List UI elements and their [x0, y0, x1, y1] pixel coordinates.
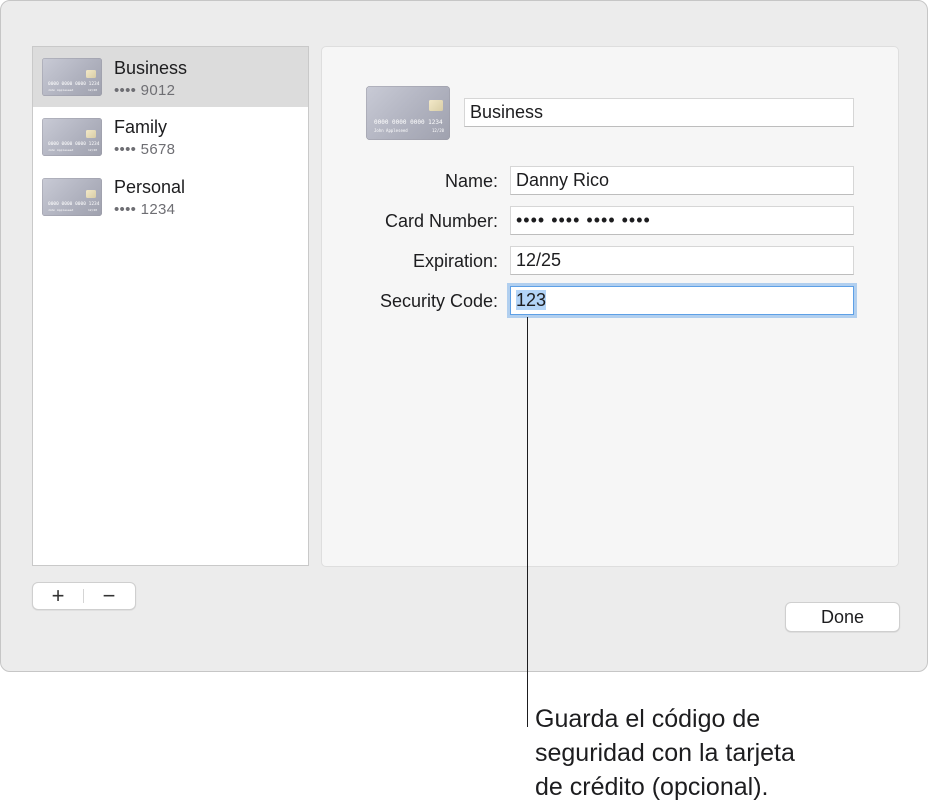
card-name-label: Family: [114, 117, 167, 137]
callout-text: Guarda el código de seguridad con la tar…: [535, 702, 915, 804]
add-remove-control: + −: [32, 582, 136, 610]
callout-line: [527, 317, 528, 727]
thumb-card-number: 0000 0000 0000 1234: [48, 82, 100, 87]
security-code-field[interactable]: 123: [510, 286, 854, 315]
add-card-button[interactable]: +: [33, 583, 83, 609]
name-label: Name:: [444, 171, 498, 191]
thumb-card-number: 0000 0000 0000 1234: [48, 142, 100, 147]
card-chip-icon: [429, 100, 443, 111]
thumb-card-expiry: 12/20: [88, 88, 98, 92]
callout-line-1: Guarda el código de: [535, 705, 761, 733]
thumb-card-expiry: 12/20: [88, 208, 98, 212]
thumb-card-holder: John Appleseed: [48, 88, 74, 92]
credit-card-icon: 0000 0000 0000 1234 John Appleseed 12/20: [366, 86, 450, 140]
callout-line-2: seguridad con la tarjeta: [535, 739, 795, 767]
credit-card-icon: 0000 0000 0000 1234 John Appleseed 12/20: [42, 58, 102, 96]
card-chip-icon: [86, 70, 96, 78]
thumb-card-expiry: 12/20: [88, 148, 98, 152]
card-list-item-family[interactable]: 0000 0000 0000 1234 John Appleseed 12/20…: [33, 107, 308, 167]
security-code-label: Security Code:: [379, 291, 498, 311]
thumb-card-number: 0000 0000 0000 1234: [48, 202, 100, 207]
credit-card-icon: 0000 0000 0000 1234 John Appleseed 12/20: [42, 118, 102, 156]
thumb-card-holder: John Appleseed: [48, 208, 74, 212]
card-list: 0000 0000 0000 1234 John Appleseed 12/20…: [32, 46, 309, 566]
name-field[interactable]: Danny Rico: [510, 166, 854, 195]
expiration-field[interactable]: 12/25: [510, 246, 854, 275]
credit-card-icon: 0000 0000 0000 1234 John Appleseed 12/20: [42, 178, 102, 216]
card-name-label: Personal: [114, 177, 186, 197]
thumb-card-holder: John Appleseed: [48, 148, 74, 152]
card-list-item-business[interactable]: 0000 0000 0000 1234 John Appleseed 12/20…: [33, 47, 308, 107]
done-button[interactable]: Done: [785, 602, 900, 632]
card-chip-icon: [86, 130, 96, 138]
card-settings-window: 0000 0000 0000 1234 John Appleseed 12/20…: [0, 0, 928, 672]
card-title-field[interactable]: Business: [464, 98, 854, 127]
thumb-card-number: 0000 0000 0000 1234: [374, 119, 443, 126]
card-number-label: Card Number:: [384, 211, 498, 231]
thumb-card-holder: John Appleseed: [374, 128, 408, 133]
callout-line-3: de crédito (opcional).: [535, 773, 769, 801]
card-detail-panel: 0000 0000 0000 1234 John Appleseed 12/20…: [321, 46, 899, 567]
card-name-label: Business: [114, 58, 188, 78]
expiration-label: Expiration:: [412, 251, 498, 271]
card-last4-label: •••• 1234: [114, 201, 176, 218]
card-list-item-personal[interactable]: 0000 0000 0000 1234 John Appleseed 12/20…: [33, 167, 308, 227]
remove-card-button[interactable]: −: [84, 583, 134, 609]
card-last4-label: •••• 9012: [114, 82, 176, 99]
card-number-field[interactable]: •••• •••• •••• ••••: [510, 206, 854, 235]
thumb-card-expiry: 12/20: [432, 128, 445, 133]
card-chip-icon: [86, 190, 96, 198]
security-code-value: 123: [516, 290, 547, 310]
card-last4-label: •••• 5678: [114, 141, 176, 158]
